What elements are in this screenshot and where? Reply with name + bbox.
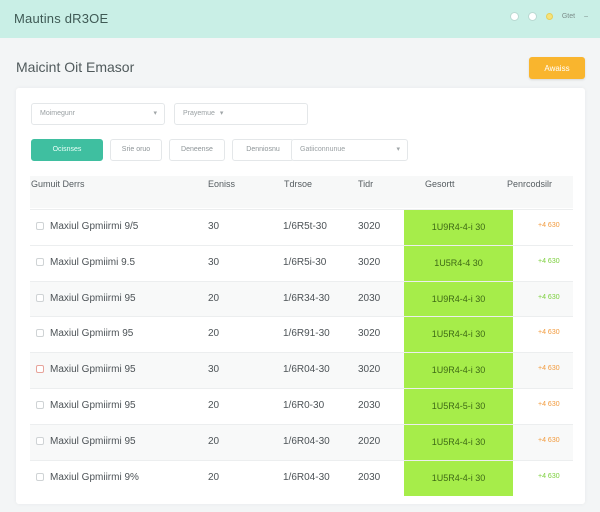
row-checkbox[interactable] <box>36 222 44 230</box>
user-menu-label[interactable]: Gtet <box>562 13 575 20</box>
minimize-icon[interactable]: – <box>584 13 588 20</box>
row-code: 1/6R34-30 <box>283 292 330 304</box>
header-name[interactable]: Gumuit Derrs <box>31 179 85 189</box>
row-qty: 20 <box>208 400 220 411</box>
row-qty: 30 <box>208 256 220 268</box>
row-year: 2020 <box>358 435 381 447</box>
row-name: Maxiul Gpmiirmi 95 <box>50 364 136 376</box>
row-name: Maxiul Gpmiirmi 95 <box>50 292 136 304</box>
filter-select-long-value: Gatiiconnunue <box>300 146 346 153</box>
row-checkbox[interactable] <box>36 293 44 302</box>
table-row[interactable]: Maxiul Gpmiirmi 9% 20 1/6R04-30 2030 1U5R4-4… <box>30 459 573 496</box>
row-code: 1/6R04-30 <box>283 435 330 447</box>
status-icon[interactable] <box>545 13 553 20</box>
row-code: 1/6R04-30 <box>283 364 330 376</box>
row-qty: 20 <box>208 471 220 483</box>
table-row[interactable]: Maxiul Gpmiirm 95 20 1/6R91-30 3020 1U5R4-4-… <box>30 316 573 353</box>
table-row[interactable]: Maxiul Gpmiirmi 95 20 1/6R0-30 2030 1U5R4-5-… <box>30 388 573 424</box>
filter-select-1-value: Moimegunr <box>40 110 76 117</box>
row-status: 1U5R4-4-i 30 <box>404 424 513 460</box>
row-name: Maxiul Gpmiirmi 9% <box>50 471 139 483</box>
row-code: 1/6R0-30 <box>283 400 325 411</box>
table-row[interactable]: Maxiul Gpmiirmi 95 20 1/6R34-30 2030 1U9R4-4… <box>30 280 573 317</box>
chip-1[interactable]: Srie oruo <box>110 139 162 161</box>
row-code: 1/6R5t-30 <box>283 221 327 232</box>
row-name: Maxiul Gpmiirm 95 <box>50 328 134 340</box>
header-extra[interactable]: Penrcodsilr <box>507 179 552 189</box>
chip-3[interactable]: Denniosnu <box>232 139 294 161</box>
message-icon[interactable] <box>509 12 519 21</box>
row-badge: +4 630 <box>538 436 560 444</box>
row-checkbox[interactable] <box>36 257 44 266</box>
row-badge: +4 630 <box>538 222 560 229</box>
row-badge: +4 630 <box>538 365 560 373</box>
row-qty: 20 <box>208 435 220 447</box>
row-qty: 30 <box>208 364 220 376</box>
top-actions: Gtet – <box>509 12 588 21</box>
page-title: Maicint Oit Emasor <box>16 59 135 75</box>
filter-select-2-value: Prayemue <box>183 110 215 117</box>
row-badge: +4 630 <box>538 401 560 408</box>
row-checkbox[interactable] <box>36 472 44 481</box>
row-year: 2030 <box>358 400 381 411</box>
row-year: 3020 <box>358 256 381 268</box>
row-status: 1U5R4-4 30 <box>404 245 513 281</box>
chevron-down-icon: ▾ <box>219 110 224 117</box>
row-year: 2030 <box>358 292 381 304</box>
row-year: 3020 <box>358 221 381 232</box>
table-row[interactable]: Maxiul Gpmiirmi 95 20 1/6R04-30 2020 1U5R4-4… <box>30 423 573 460</box>
app-title: Mautins dR3OE <box>14 11 109 26</box>
row-badge: +4 630 <box>538 329 560 337</box>
row-qty: 20 <box>208 328 220 340</box>
row-checkbox[interactable] <box>36 329 44 338</box>
row-qty: 20 <box>208 292 220 304</box>
header-status[interactable]: Gesortt <box>425 179 455 189</box>
row-year: 3020 <box>358 364 381 376</box>
row-name: Maxiul Gpmiirmi 95 <box>50 400 136 411</box>
chip-0[interactable]: Ocisnses <box>31 139 103 161</box>
table-row[interactable]: Maxiul Gpmiirmi 95 30 1/6R04-30 3020 1U9R4-4… <box>30 352 573 389</box>
table-row[interactable]: Maxiul Gpmiirmi 9/5 30 1/6R5t-30 3020 1U9R4-… <box>30 209 573 245</box>
row-status: 1U5R4-4-i 30 <box>404 317 513 353</box>
row-status: 1U5R4-5-i 30 <box>404 389 513 424</box>
row-code: 1/6R5i-30 <box>283 256 327 268</box>
row-qty: 30 <box>208 221 220 232</box>
row-year: 2030 <box>358 471 381 483</box>
row-name: Maxiul Gpmiirmi 95 <box>50 435 136 447</box>
chip-2[interactable]: Deneense <box>169 139 225 161</box>
row-code: 1/6R91-30 <box>283 328 330 340</box>
row-code: 1/6R04-30 <box>283 471 330 483</box>
table-card: Moimegunr ▾ Prayemue ▾ Ocisnses Srie oru… <box>16 88 585 504</box>
chevron-down-icon: ▾ <box>153 110 157 117</box>
chevron-down-icon: ▾ <box>396 146 400 153</box>
row-status: 1U9R4-4-i 30 <box>404 353 513 389</box>
table-row[interactable]: Maxiul Gpmiimi 9.5 30 1/6R5i-30 3020 1U5R4-4… <box>30 244 573 281</box>
row-checkbox[interactable] <box>36 401 44 409</box>
row-status: 1U5R4-4-i 30 <box>404 460 513 496</box>
header-code[interactable]: Tdrsoe <box>284 179 312 189</box>
row-status: 1U9R4-4-i 30 <box>404 281 513 317</box>
row-badge: +4 630 <box>538 257 560 265</box>
row-name: Maxiul Gpmiirmi 9/5 <box>50 221 139 232</box>
row-badge: +4 630 <box>538 472 560 480</box>
header-year[interactable]: Tidr <box>358 179 373 189</box>
notification-icon[interactable] <box>527 12 537 21</box>
row-status: 1U9R4-4-i 30 <box>404 210 513 245</box>
primary-action-button[interactable]: Awaiss <box>529 57 585 79</box>
row-checkbox[interactable] <box>36 365 44 374</box>
row-name: Maxiul Gpmiimi 9.5 <box>50 256 136 268</box>
row-checkbox[interactable] <box>36 436 44 445</box>
row-year: 3020 <box>358 328 381 340</box>
row-badge: +4 630 <box>538 293 560 301</box>
filter-select-2[interactable]: Prayemue ▾ <box>174 103 308 125</box>
filter-select-1[interactable]: Moimegunr ▾ <box>31 103 165 125</box>
filter-select-long[interactable]: Gatiiconnunue ▾ <box>291 139 408 161</box>
header-qty[interactable]: Eoniss <box>208 179 235 189</box>
top-bar: Mautins dR3OE Gtet – <box>0 0 600 38</box>
